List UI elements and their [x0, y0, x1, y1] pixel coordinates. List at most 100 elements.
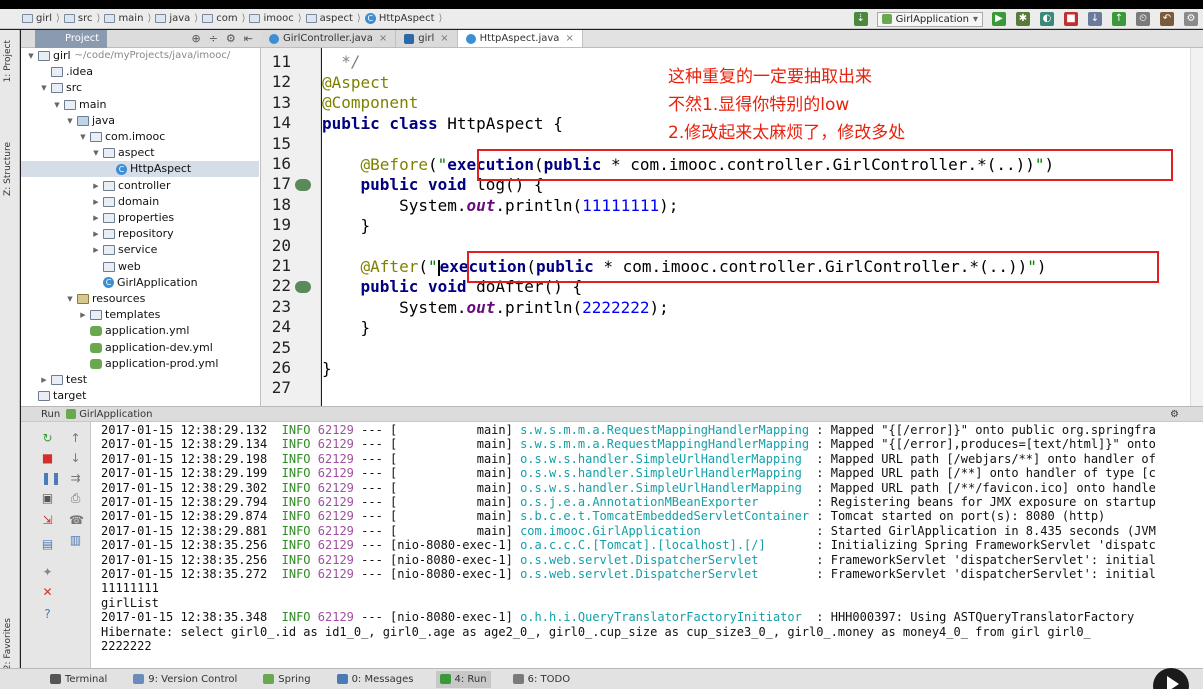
- exit-icon[interactable]: ⇲: [41, 514, 54, 527]
- tree-item[interactable]: C HttpAspect: [21, 161, 259, 178]
- chevron-down-icon[interactable]: ▼: [66, 291, 74, 307]
- tree-item[interactable]: web: [92, 259, 141, 275]
- layout-icon[interactable]: ▤: [41, 538, 54, 551]
- tree-item[interactable]: ▼ src: [40, 80, 82, 96]
- breadcrumb-item[interactable]: main ⟩: [104, 13, 151, 24]
- editor-tab[interactable]: girl ×: [396, 30, 458, 47]
- project-tool-tab[interactable]: 1: Project: [3, 40, 13, 82]
- tree-item[interactable]: ▶ properties: [92, 210, 174, 226]
- tool-window-button[interactable]: Spring: [259, 671, 314, 688]
- tree-item[interactable]: application-dev.yml: [79, 340, 213, 356]
- pin-icon[interactable]: ✦: [41, 566, 54, 579]
- run-console[interactable]: 2017-01-15 12:38:29.132 INFO 62129 --- […: [91, 422, 1203, 668]
- breadcrumb-item[interactable]: imooc ⟩: [249, 13, 302, 24]
- debug-icon[interactable]: ✱: [1016, 12, 1030, 26]
- breadcrumb-item[interactable]: java ⟩: [155, 13, 198, 24]
- tree-item[interactable]: ▶ service: [92, 242, 157, 258]
- pause-icon[interactable]: ❚❚: [41, 472, 61, 485]
- tree-item[interactable]: application.yml: [79, 323, 189, 339]
- tree-item[interactable]: ▼ aspect: [92, 145, 154, 161]
- tool-window-button[interactable]: 6: TODO: [509, 671, 574, 688]
- aspect-advice-gutter-icon[interactable]: [295, 281, 311, 293]
- chevron-right-icon[interactable]: ▶: [40, 372, 48, 388]
- run-configuration-select[interactable]: GirlApplication ▾: [876, 11, 983, 27]
- tool-window-button[interactable]: 0: Messages: [333, 671, 418, 688]
- scroll-up-icon[interactable]: ↑: [69, 432, 82, 445]
- log-message: : Mapped "{[/error]}" onto public org.sp…: [809, 423, 1156, 437]
- tree-item[interactable]: ▶ controller: [92, 178, 170, 194]
- tree-item[interactable]: ▶ templates: [79, 307, 160, 323]
- aspect-advice-gutter-icon[interactable]: [295, 179, 311, 191]
- tree-item[interactable]: ▼ main: [53, 97, 106, 113]
- close-icon[interactable]: ×: [565, 30, 573, 47]
- close-icon[interactable]: ✕: [41, 586, 54, 599]
- scroll-down-icon[interactable]: ↓: [69, 452, 82, 465]
- tree-item[interactable]: .idea: [40, 64, 93, 80]
- tool-window-button[interactable]: 4: Run: [435, 670, 491, 688]
- vcs-commit-icon[interactable]: ↑: [1112, 12, 1126, 26]
- folder-icon: [51, 375, 63, 385]
- close-icon[interactable]: ×: [440, 30, 448, 47]
- tree-item[interactable]: ▼ java: [66, 113, 115, 129]
- breadcrumb-item[interactable]: src ⟩: [63, 13, 100, 24]
- trash-icon[interactable]: ▥: [69, 534, 82, 547]
- run-icon[interactable]: ▶: [992, 12, 1006, 26]
- coverage-icon[interactable]: ◐: [1040, 12, 1054, 26]
- chevron-right-icon[interactable]: ▶: [92, 178, 100, 194]
- print-icon[interactable]: ⎙: [69, 492, 82, 505]
- tree-item[interactable]: ▼ resources: [66, 291, 145, 307]
- tool-window-button[interactable]: Terminal: [46, 671, 111, 688]
- chevron-right-icon[interactable]: ▶: [92, 210, 100, 226]
- favorites-tool-tab[interactable]: 2: Favorites: [3, 618, 13, 670]
- chevron-down-icon[interactable]: ▼: [79, 129, 87, 145]
- dump-threads-icon[interactable]: ▣: [41, 492, 54, 505]
- close-icon[interactable]: ×: [379, 30, 387, 47]
- soft-wrap-icon[interactable]: ⇉: [69, 472, 82, 485]
- tree-item[interactable]: ▶ domain: [92, 194, 159, 210]
- chevron-down-icon[interactable]: ▼: [92, 145, 100, 161]
- chevron-right-icon[interactable]: ▶: [92, 226, 100, 242]
- build-icon[interactable]: ⇣: [853, 12, 868, 26]
- chevron-right-icon[interactable]: ▶: [92, 242, 100, 258]
- editor-scrollbar[interactable]: [1190, 48, 1203, 406]
- stop-icon[interactable]: ■: [41, 452, 54, 465]
- stop-icon[interactable]: ■: [1064, 12, 1078, 26]
- help-icon[interactable]: ?: [41, 608, 54, 621]
- breadcrumb-item[interactable]: aspect ⟩: [305, 13, 361, 24]
- rerun-icon[interactable]: ↻: [41, 432, 54, 445]
- tree-item[interactable]: C GirlApplication: [92, 275, 198, 291]
- restore-layout-icon[interactable]: ☎: [69, 514, 84, 527]
- run-panel-config[interactable]: GirlApplication: [79, 409, 152, 420]
- gear-icon[interactable]: ⚙: [226, 32, 236, 45]
- chevron-down-icon[interactable]: ▼: [27, 48, 35, 64]
- chevron-right-icon[interactable]: ▶: [79, 307, 87, 323]
- tool-window-button[interactable]: 9: Version Control: [129, 671, 241, 688]
- hide-panel-icon[interactable]: ⇤: [244, 32, 253, 45]
- tree-item[interactable]: ▼ girl ~/code/myProjects/java/imooc/: [27, 48, 230, 64]
- tree-item[interactable]: ▶ test: [40, 372, 87, 388]
- history-icon[interactable]: ⏲: [1136, 12, 1150, 26]
- structure-tool-tab[interactable]: Z: Structure: [3, 142, 13, 196]
- breadcrumb-item[interactable]: girl ⟩: [22, 13, 60, 24]
- breadcrumb-item[interactable]: C HttpAspect ⟩: [364, 13, 442, 24]
- chevron-down-icon[interactable]: ▼: [40, 80, 48, 96]
- chevron-down-icon[interactable]: ▼: [66, 113, 74, 129]
- editor-tab[interactable]: GirlController.java ×: [261, 30, 397, 47]
- tree-item[interactable]: ▶ repository: [92, 226, 173, 242]
- log-pid: 62129: [317, 538, 354, 553]
- revert-icon[interactable]: ↶: [1160, 12, 1174, 26]
- tree-item[interactable]: target: [27, 388, 86, 404]
- console-line: 2017-01-15 12:38:29.302 INFO 62129 --- […: [101, 481, 1156, 495]
- tree-item[interactable]: ▼ com.imooc: [79, 129, 165, 145]
- collapse-all-icon[interactable]: ÷: [209, 32, 218, 45]
- vcs-update-icon[interactable]: ↓: [1088, 12, 1102, 26]
- scroll-from-source-icon[interactable]: ⊕: [191, 32, 200, 45]
- settings-icon[interactable]: ⚙: [1184, 12, 1198, 26]
- chevron-down-icon[interactable]: ▼: [53, 97, 61, 113]
- gear-icon[interactable]: ⚙: [1170, 409, 1179, 420]
- tree-item[interactable]: application-prod.yml: [79, 356, 218, 372]
- editor-tab[interactable]: HttpAspect.java ×: [457, 30, 583, 47]
- project-view-selector[interactable]: Project: [35, 29, 108, 48]
- chevron-right-icon[interactable]: ▶: [92, 194, 100, 210]
- breadcrumb-item[interactable]: com ⟩: [202, 13, 245, 24]
